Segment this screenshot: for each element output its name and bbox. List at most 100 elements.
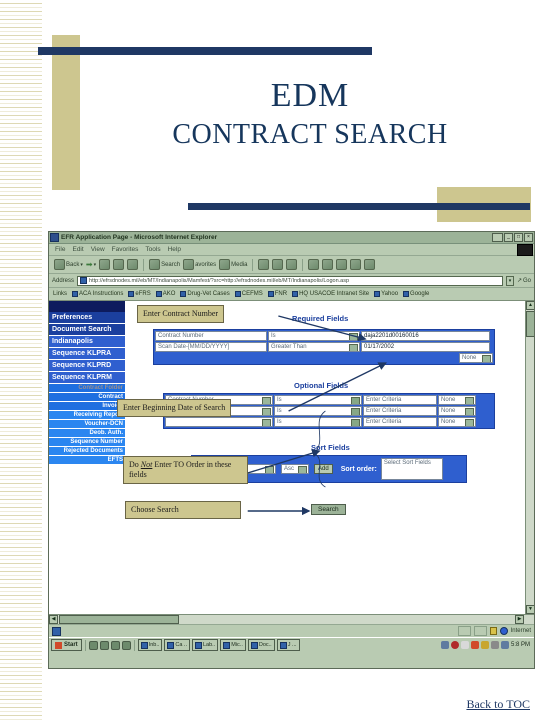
tray-antivirus-icon[interactable]: [450, 641, 459, 649]
close-button[interactable]: ×: [524, 233, 533, 242]
optional-criteria-2[interactable]: Enter Criteria: [363, 406, 437, 416]
optional-operator-3[interactable]: Is: [274, 417, 362, 427]
menu-favorites[interactable]: Favorites: [112, 246, 139, 253]
link-efrs[interactable]: eFRS: [128, 291, 151, 297]
link-drug-vet-cases[interactable]: Drug-Vet Cases: [180, 291, 230, 297]
toolbar-favorites-button[interactable]: avorites: [183, 259, 216, 270]
discuss-icon[interactable]: [322, 259, 334, 270]
link-ako[interactable]: AKO: [155, 291, 175, 297]
sidebar-item-voucher-dcn[interactable]: Voucher-DCN: [49, 420, 125, 429]
taskbar-button-inbox[interactable]: Inb..: [137, 639, 163, 651]
link-fnr[interactable]: FNR: [267, 291, 287, 297]
optional-operator-2[interactable]: Is: [274, 406, 362, 416]
scroll-thumb[interactable]: [526, 311, 534, 337]
hscroll-thumb[interactable]: [59, 615, 179, 624]
required-value-2[interactable]: 01/17/2002: [361, 342, 490, 352]
sidebar-item-sequence-klpra[interactable]: Sequence KLPRA: [49, 348, 125, 360]
menu-tools[interactable]: Tools: [145, 246, 160, 253]
sidebar-item-contract[interactable]: Contract: [49, 393, 125, 402]
taskbar-button-microsoft[interactable]: Mic..: [220, 639, 246, 651]
scroll-right-button[interactable]: ▶: [515, 615, 524, 624]
link-google[interactable]: Google: [403, 291, 429, 297]
menu-view[interactable]: View: [91, 246, 105, 253]
quicklaunch-desktop-icon[interactable]: [88, 640, 98, 650]
home-icon[interactable]: [127, 259, 139, 270]
page-vertical-scrollbar[interactable]: ▲ ▼: [525, 301, 534, 614]
optional-join-2[interactable]: None: [438, 406, 476, 416]
taskbar-button-label-app[interactable]: Lab..: [192, 639, 219, 651]
sidebar-item-deob-auth[interactable]: Deob. Auth.: [49, 429, 125, 438]
tray-sound-icon[interactable]: [460, 641, 469, 649]
menu-edit[interactable]: Edit: [72, 246, 83, 253]
link-hq-usacoe-intranet-site[interactable]: HQ USACOE Intranet Site: [292, 291, 369, 297]
page-horizontal-scrollbar[interactable]: ◀ ▶: [49, 614, 534, 624]
address-dropdown-icon[interactable]: ▾: [505, 275, 514, 286]
toolbar-media-button[interactable]: Media: [219, 259, 247, 270]
tray-security-icon[interactable]: [480, 641, 489, 649]
optional-join-3[interactable]: None: [438, 417, 476, 427]
sidebar-item-document-search[interactable]: Document Search: [49, 324, 125, 336]
sidebar-item-sequence-klprd[interactable]: Sequence KLPRD: [49, 360, 125, 372]
sort-add-button[interactable]: Add: [314, 464, 333, 474]
link-cefms[interactable]: CEFMS: [234, 291, 263, 297]
tray-network-icon[interactable]: [440, 641, 449, 649]
tray-printer-icon[interactable]: [490, 641, 499, 649]
sidebar-item-invoice[interactable]: Invoice: [49, 402, 125, 411]
stop-icon[interactable]: [99, 259, 111, 270]
toolbar-back-button[interactable]: Back ▾: [54, 259, 83, 270]
sidebar-item-receiving-report[interactable]: Receiving Report: [49, 411, 125, 420]
taskbar-button-document[interactable]: Doc..: [247, 639, 275, 651]
optional-field-name-3[interactable]: [165, 417, 273, 427]
scroll-up-button[interactable]: ▲: [526, 301, 534, 310]
optional-criteria-3[interactable]: Enter Criteria: [363, 417, 437, 427]
optional-criteria-1[interactable]: Enter Criteria: [363, 395, 437, 405]
sort-order-listbox[interactable]: Select Sort Fields: [380, 458, 443, 480]
required-value-1[interactable]: daja2201d00160016: [361, 331, 490, 341]
quicklaunch-ie-icon[interactable]: [99, 640, 109, 650]
taskbar-button-other[interactable]: J ...: [276, 639, 300, 651]
quicklaunch-outlook-icon[interactable]: [121, 640, 131, 650]
refresh-icon[interactable]: [113, 259, 125, 270]
research-icon[interactable]: [350, 259, 362, 270]
link-aca-instructions[interactable]: ACA Instructions: [72, 291, 123, 297]
optional-operator-1[interactable]: Is: [274, 395, 362, 405]
messenger-icon[interactable]: [336, 259, 348, 270]
scroll-down-button[interactable]: ▼: [526, 605, 534, 614]
required-field-name-2[interactable]: Scan Date-[MM/DD/YYYY]: [155, 342, 267, 352]
sort-direction-select[interactable]: Asc: [281, 464, 309, 474]
taskbar-button-calendar[interactable]: Ca ..: [164, 639, 190, 651]
sidebar-item-sequence-klprm[interactable]: Sequence KLPRM: [49, 372, 125, 384]
edit-icon[interactable]: [308, 259, 320, 270]
required-operator-1[interactable]: Is: [268, 331, 360, 341]
quicklaunch-media-icon[interactable]: [110, 640, 120, 650]
tools-icon[interactable]: [364, 259, 376, 270]
back-to-toc-link[interactable]: Back to TOC: [466, 697, 530, 712]
sidebar-item-preferences[interactable]: Preferences: [49, 312, 125, 324]
tray-misc-icon[interactable]: [500, 641, 509, 649]
required-operator-2[interactable]: Greater Than: [268, 342, 360, 352]
clock[interactable]: 5:8 PM: [511, 642, 530, 648]
sidebar-item-efts[interactable]: EFTS: [49, 456, 125, 465]
history-icon[interactable]: [258, 259, 270, 270]
tray-update-icon[interactable]: [470, 641, 479, 649]
required-join-select[interactable]: None: [459, 353, 493, 363]
required-field-name-1[interactable]: Contract Number: [155, 331, 267, 341]
sidebar-item-contract-folder[interactable]: Contract Folder: [49, 384, 125, 393]
sidebar-item-sequence-number[interactable]: Sequence Number: [49, 438, 125, 447]
link-yahoo[interactable]: Yahoo: [374, 291, 398, 297]
optional-join-1[interactable]: None: [438, 395, 476, 405]
print-icon[interactable]: [286, 259, 298, 270]
restore-down-button[interactable]: [492, 233, 503, 242]
search-button[interactable]: Search: [311, 504, 346, 515]
minimize-button[interactable]: _: [504, 233, 513, 242]
sidebar-item-rejected-documents[interactable]: Rejected Documents: [49, 447, 125, 456]
maximize-button[interactable]: □: [514, 233, 523, 242]
menu-file[interactable]: File: [55, 246, 65, 253]
toolbar-search-button[interactable]: Search: [149, 259, 180, 270]
start-button[interactable]: Start: [51, 639, 82, 651]
sidebar-item-indianapolis[interactable]: Indianapolis: [49, 336, 125, 348]
address-input[interactable]: http://efrsdnodes.mil/eb/MT/Indianapolis…: [77, 275, 503, 286]
menu-help[interactable]: Help: [168, 246, 181, 253]
go-button[interactable]: ↗ Go: [517, 277, 531, 285]
mail-icon[interactable]: [272, 259, 284, 270]
